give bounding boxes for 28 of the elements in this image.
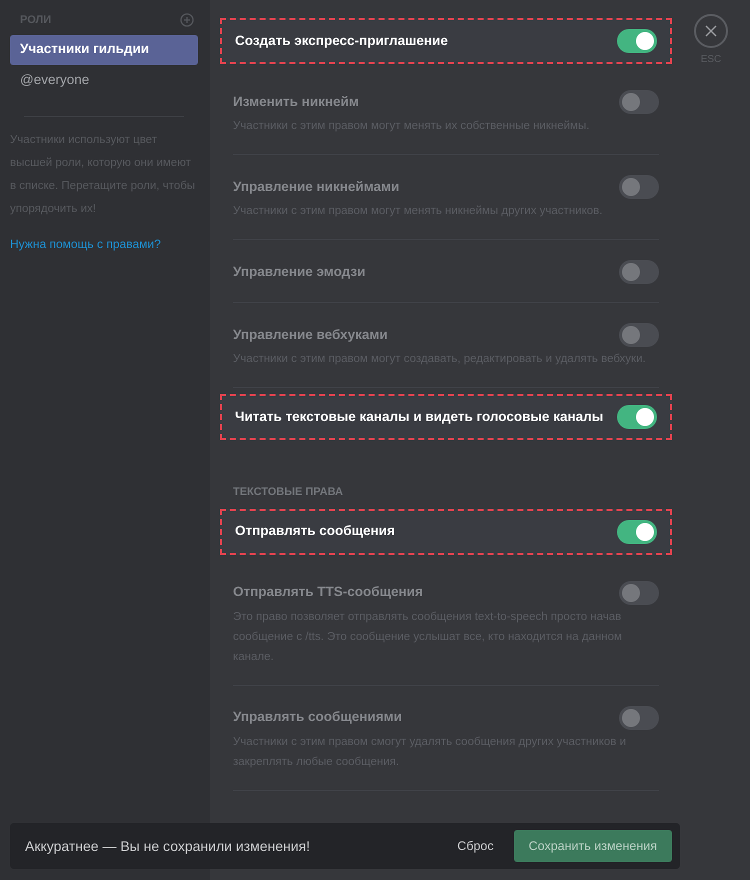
help-link[interactable]: Нужна помощь с правами? [10,234,198,252]
permission-name: Отправлять TTS-сообщения [233,583,423,602]
reset-button[interactable]: Сброс [457,836,494,856]
toggle-switch[interactable] [619,260,659,284]
section-header: ТЕКСТОВЫЕ ПРАВА [232,485,344,500]
permission-name: Управление никнеймами [233,178,400,196]
toggle-switch[interactable] [619,90,659,114]
add-icon[interactable] [180,13,194,28]
permission-name: Изменить никнейм [233,92,359,111]
toggle-switch[interactable] [619,323,659,347]
toggle-switch[interactable] [617,29,657,53]
toggle-switch[interactable] [619,580,659,604]
permission-name: Отправлять сообщения [235,522,395,540]
save-button[interactable]: Сохранить изменения [514,830,672,862]
close-icon [705,25,717,37]
permission-name: Управление вебхуками [233,326,388,344]
permission-name: Управлять сообщениями [233,708,402,726]
permission-name: Управление эмодзи [233,262,366,281]
toggle-switch[interactable] [617,520,657,544]
unsaved-warning: Аккуратнее — Вы не сохранили изменения! [25,836,312,856]
toggle-switch[interactable] [617,405,657,429]
permission-name: Читать текстовые каналы и видеть голосовые каналы [235,408,604,426]
toggle-switch[interactable] [619,706,659,730]
permission-name: Создать экспресс-приглашение [235,32,448,50]
role-item[interactable]: Участники гильдии [10,34,198,64]
role-item[interactable]: @everyone [10,66,198,96]
close-button[interactable] [694,14,728,48]
toggle-switch[interactable] [619,175,659,199]
